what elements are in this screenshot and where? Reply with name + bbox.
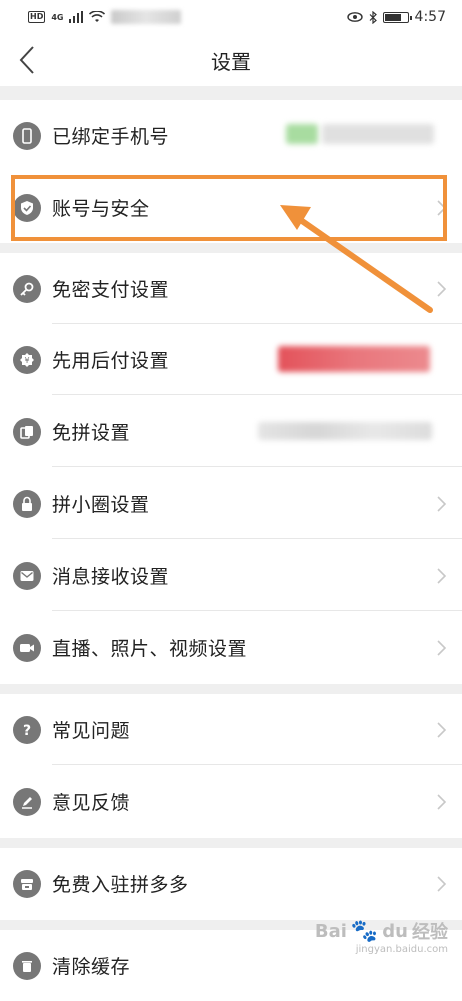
row-divider [52, 538, 462, 539]
lock-icon [13, 489, 41, 518]
clock: 4:57 [414, 9, 446, 25]
message-icon [13, 561, 41, 590]
setting-row-password-free-pay[interactable]: 免密支付设置 [0, 253, 462, 324]
key-icon [13, 274, 41, 303]
setting-row-pin-free[interactable]: 免拼设置 [0, 396, 462, 467]
setting-row-merchant-join[interactable]: 免费入驻拼多多 [0, 848, 462, 919]
section-divider [0, 86, 462, 100]
pin-free-status-blurred [258, 422, 432, 440]
pay-later-status-blurred [278, 346, 430, 372]
chevron-right-icon [437, 567, 447, 584]
setting-label: 意见反馈 [52, 792, 131, 814]
chevron-right-icon [437, 280, 447, 297]
video-icon [13, 633, 41, 662]
setting-label: 先用后付设置 [52, 350, 170, 372]
setting-label: 直播、照片、视频设置 [52, 638, 248, 660]
setting-label: 免费入驻拼多多 [52, 874, 189, 896]
setting-label: 清除缓存 [52, 956, 131, 978]
setting-label: 已绑定手机号 [52, 126, 170, 148]
row-divider [52, 764, 462, 765]
status-bar: HD 4G 4:57 [0, 0, 462, 34]
baidu-watermark: Bai 🐾 du 经验 jingyan.baidu.com [314, 918, 448, 956]
pay-later-icon: ¥ [13, 345, 41, 374]
battery-icon [382, 11, 412, 23]
phone-number-blurred [322, 124, 434, 144]
hd-badge: HD [28, 11, 46, 23]
signal-icon [69, 11, 84, 23]
chevron-right-icon [437, 721, 447, 738]
row-divider [52, 466, 462, 467]
back-icon[interactable] [14, 42, 44, 78]
chevron-right-icon [437, 639, 447, 656]
watermark-du: du [382, 920, 408, 942]
phone-number-blurred-green [286, 124, 318, 144]
section-divider [0, 838, 462, 848]
svg-text:?: ? [23, 723, 31, 738]
watermark-suffix: 经验 [412, 922, 448, 943]
clear-cache-icon [13, 951, 41, 980]
setting-row-pay-later[interactable]: ¥ 先用后付设置 [0, 324, 462, 395]
bluetooth-icon [369, 10, 377, 24]
chevron-right-icon [437, 495, 447, 512]
edit-icon [13, 787, 41, 816]
setting-label: 常见问题 [52, 720, 131, 742]
wifi-icon [89, 11, 106, 22]
chevron-right-icon [437, 875, 447, 892]
setting-label: 消息接收设置 [52, 566, 170, 588]
highlight-box [11, 175, 447, 241]
row-divider [52, 610, 462, 611]
setting-label: 免拼设置 [52, 422, 131, 444]
eye-icon [346, 12, 363, 22]
paw-icon: 🐾 [350, 918, 379, 944]
network-type: 4G [51, 12, 64, 22]
watermark-site: jingyan.baidu.com [355, 944, 448, 955]
setting-row-messages[interactable]: 消息接收设置 [0, 540, 462, 611]
carrier-blurred [111, 10, 182, 24]
setting-row-media[interactable]: 直播、照片、视频设置 [0, 612, 462, 683]
section-divider [0, 243, 462, 253]
store-icon [13, 869, 41, 898]
section-divider [0, 684, 462, 694]
watermark-brand: Bai [314, 920, 347, 942]
question-icon: ? [13, 715, 41, 744]
row-divider [52, 394, 462, 395]
svg-text:¥: ¥ [24, 356, 29, 365]
chevron-right-icon [437, 793, 447, 810]
nav-bar: 设置 [0, 34, 462, 86]
setting-row-faq[interactable]: ? 常见问题 [0, 694, 462, 765]
pin-free-icon [13, 417, 41, 446]
setting-row-feedback[interactable]: 意见反馈 [0, 766, 462, 837]
phone-icon [13, 121, 41, 150]
setting-label: 拼小圈设置 [52, 494, 150, 516]
setting-row-bound-phone[interactable]: 已绑定手机号 [0, 100, 462, 171]
page-title: 设置 [211, 49, 251, 74]
setting-row-circle[interactable]: 拼小圈设置 [0, 468, 462, 539]
setting-label: 免密支付设置 [52, 279, 170, 301]
